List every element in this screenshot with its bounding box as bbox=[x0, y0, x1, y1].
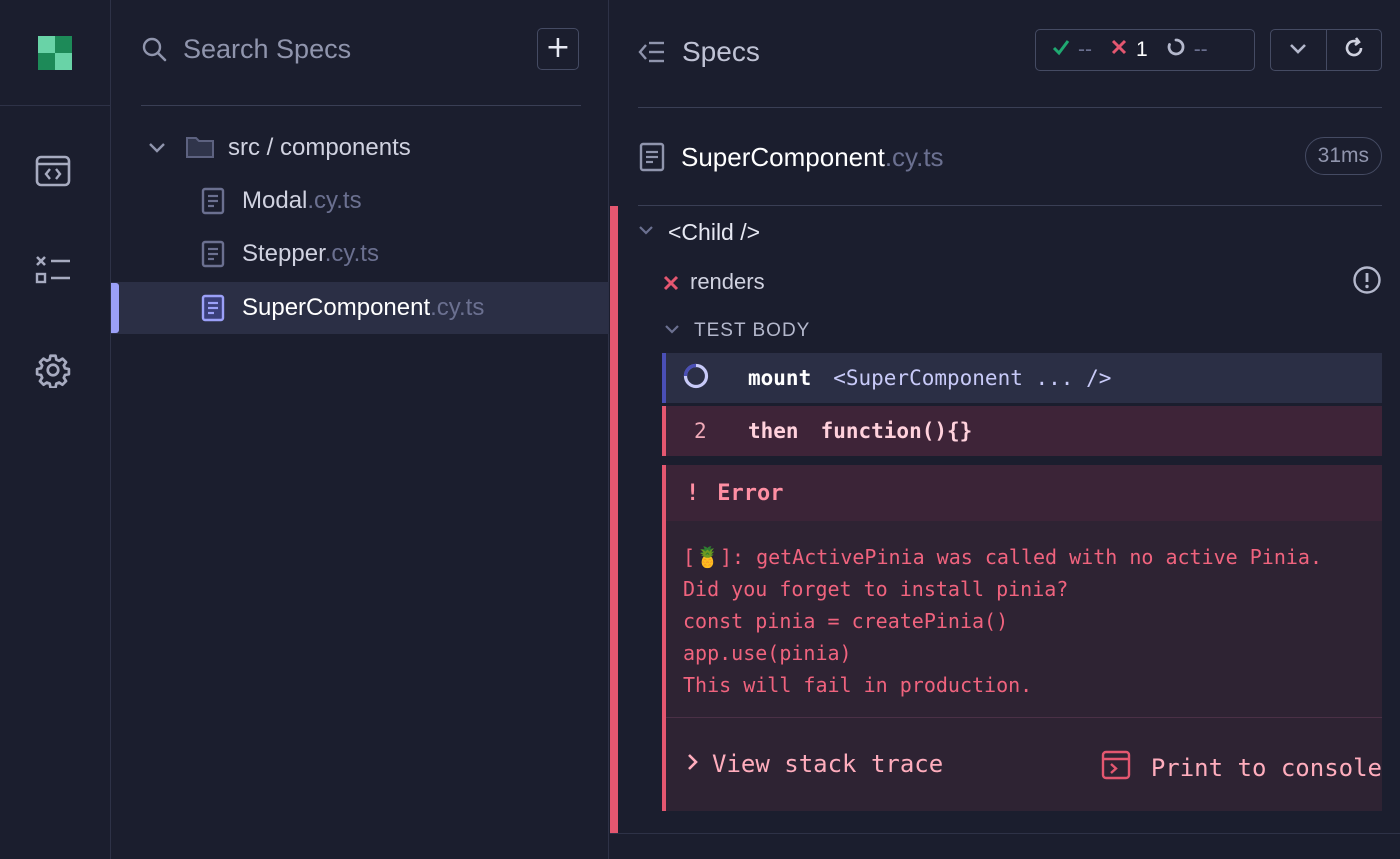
folder-row[interactable]: src / components bbox=[111, 122, 609, 174]
test-list-icon[interactable] bbox=[33, 250, 73, 290]
error-bang: ! bbox=[686, 480, 700, 506]
spec-name: Stepper bbox=[242, 240, 325, 267]
chevron-down-icon bbox=[638, 222, 654, 243]
chevron-right-icon bbox=[686, 750, 700, 778]
failed-stat: 1 bbox=[1110, 38, 1148, 62]
search-bar: + bbox=[141, 0, 581, 106]
search-icon bbox=[141, 36, 167, 67]
specs-title: Specs bbox=[682, 36, 760, 67]
logo-area bbox=[0, 0, 110, 106]
command-name: mount bbox=[748, 366, 812, 390]
spec-file-basename: SuperComponent bbox=[681, 142, 885, 172]
folder-label: src / components bbox=[228, 134, 411, 161]
error-actions: View stack trace Print to console bbox=[666, 717, 1382, 811]
spec-file-name: SuperComponent.cy.ts bbox=[681, 142, 944, 173]
error-panel: ! Error [🍍]: getActivePinia was called w… bbox=[662, 465, 1382, 811]
error-title: Error bbox=[717, 480, 784, 506]
command-row-mount[interactable]: mount <SuperComponent ... /> bbox=[662, 353, 1382, 403]
rerun-button[interactable] bbox=[1325, 30, 1381, 70]
document-icon bbox=[201, 187, 225, 220]
settings-gear-icon[interactable] bbox=[33, 350, 73, 390]
passed-count: -- bbox=[1078, 38, 1092, 61]
spec-file-header: SuperComponent.cy.ts 31ms bbox=[638, 108, 1382, 206]
spec-name: SuperComponent bbox=[242, 294, 431, 321]
command-number: 2 bbox=[694, 419, 707, 443]
spec-item-modal[interactable]: Modal.cy.ts bbox=[111, 175, 609, 227]
terminal-icon bbox=[1101, 750, 1131, 786]
print-to-console-button[interactable]: Print to console bbox=[1101, 750, 1382, 786]
view-stack-trace-label: View stack trace bbox=[712, 750, 944, 778]
chevron-down-icon bbox=[147, 138, 167, 163]
specs-list-panel: + src / components Modal.cy.ts bbox=[111, 0, 609, 859]
collapse-specs-icon[interactable] bbox=[638, 39, 666, 70]
x-fail-icon bbox=[1110, 38, 1128, 62]
document-icon bbox=[639, 142, 665, 177]
suite-row[interactable]: <Child /> bbox=[638, 210, 760, 254]
chevron-down-icon bbox=[664, 321, 680, 342]
command-row-then[interactable]: 2 then function(){} bbox=[662, 406, 1382, 456]
passed-stat: -- bbox=[1052, 38, 1092, 62]
folder-icon bbox=[185, 134, 215, 165]
chevron-down-icon bbox=[1288, 38, 1308, 63]
refresh-icon bbox=[1342, 36, 1366, 65]
spec-runner-icon[interactable] bbox=[33, 151, 73, 191]
view-stack-trace-button[interactable]: View stack trace bbox=[686, 750, 943, 778]
spec-extension: .cy.ts bbox=[324, 240, 379, 267]
pending-stat: -- bbox=[1166, 37, 1208, 63]
error-header: ! Error bbox=[666, 465, 1382, 521]
spec-name: Modal bbox=[242, 187, 308, 214]
document-icon bbox=[201, 240, 225, 273]
divider bbox=[610, 833, 1400, 834]
command-message: function(){} bbox=[820, 419, 973, 443]
alert-circle-icon[interactable] bbox=[1352, 265, 1382, 300]
spec-extension: .cy.ts bbox=[307, 187, 362, 214]
command-number bbox=[666, 362, 748, 395]
suite-title: <Child /> bbox=[668, 218, 761, 245]
failed-count: 1 bbox=[1136, 38, 1148, 61]
test-row[interactable]: renders bbox=[662, 262, 1382, 302]
spec-file-extension: .cy.ts bbox=[884, 142, 944, 172]
new-spec-button[interactable]: + bbox=[537, 28, 579, 70]
reporter-header: Specs -- 1 -- bbox=[638, 0, 1382, 108]
loading-spinner-icon bbox=[682, 363, 710, 395]
test-stats: -- 1 -- bbox=[1035, 29, 1255, 71]
command-message: <SuperComponent ... /> bbox=[833, 366, 1112, 390]
error-message: [🍍]: getActivePinia was called with no a… bbox=[683, 545, 1322, 697]
print-to-console-label: Print to console bbox=[1150, 754, 1382, 782]
x-fail-icon bbox=[663, 275, 679, 296]
test-body-label: TEST BODY bbox=[694, 320, 811, 341]
expand-toggle-button[interactable] bbox=[1271, 30, 1326, 70]
spec-item-supercomponent[interactable]: SuperComponent.cy.ts bbox=[111, 282, 609, 334]
pending-count: -- bbox=[1193, 38, 1208, 61]
document-icon bbox=[201, 294, 225, 327]
test-title: renders bbox=[690, 269, 765, 294]
failed-indicator-bar bbox=[610, 206, 618, 833]
check-icon bbox=[1052, 38, 1070, 62]
run-controls bbox=[1270, 29, 1382, 71]
reporter-panel: Specs -- 1 -- SuperComponent.cy.ts 31ms … bbox=[610, 0, 1400, 859]
duration-badge: 31ms bbox=[1304, 137, 1382, 175]
test-body-toggle[interactable]: TEST BODY bbox=[664, 316, 810, 346]
icon-rail bbox=[0, 0, 111, 859]
search-specs-input[interactable] bbox=[183, 28, 523, 70]
spec-extension: .cy.ts bbox=[430, 294, 485, 321]
command-name: then bbox=[748, 419, 799, 443]
spec-item-stepper[interactable]: Stepper.cy.ts bbox=[111, 228, 609, 280]
pending-spinner-icon bbox=[1166, 37, 1186, 63]
cypress-logo-icon bbox=[38, 35, 72, 70]
